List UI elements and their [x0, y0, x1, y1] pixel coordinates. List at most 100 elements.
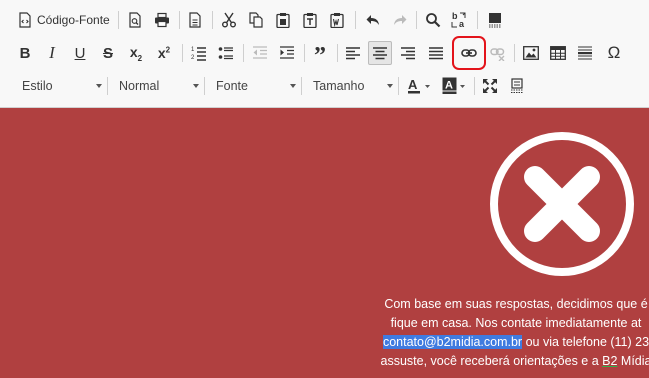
indent-button[interactable]	[275, 41, 299, 65]
horizontal-line-button[interactable]	[573, 41, 597, 65]
underline-button[interactable]: U	[68, 41, 92, 65]
font-combo-value: Fonte	[216, 79, 248, 93]
select-all-button[interactable]	[483, 8, 507, 32]
paste-word-button[interactable]	[325, 8, 349, 32]
chevron-down-icon	[96, 84, 102, 88]
font-combo[interactable]: Fonte	[210, 74, 296, 98]
templates-button[interactable]	[183, 8, 207, 32]
undo-button[interactable]	[361, 8, 385, 32]
source-button[interactable]: Código-Fonte	[14, 8, 114, 32]
numbered-list-button[interactable]: 12	[187, 41, 211, 65]
background-color-button[interactable]: A	[440, 74, 470, 98]
align-center-button[interactable]	[368, 41, 392, 65]
paste-text-button[interactable]	[298, 8, 322, 32]
separator	[212, 11, 213, 29]
toolbar-row-1: Código-Fonte b a	[0, 5, 649, 35]
underline-icon: U	[74, 44, 86, 62]
select-all-icon	[487, 12, 503, 28]
selected-email-link[interactable]: contato@b2midia.com.br	[382, 335, 523, 349]
maximize-button[interactable]	[478, 74, 502, 98]
style-combo-value: Estilo	[22, 79, 53, 93]
separator	[118, 11, 119, 29]
bold-icon: B	[19, 44, 31, 62]
source-label: Código-Fonte	[37, 13, 110, 27]
unlink-button[interactable]	[486, 41, 510, 65]
bold-button[interactable]: B	[13, 41, 37, 65]
cut-button[interactable]	[217, 8, 241, 32]
separator	[301, 77, 302, 95]
bulleted-list-button[interactable]	[214, 41, 238, 65]
italic-icon: I	[49, 43, 55, 62]
editor-content-area[interactable]: Com base em suas respostas, decidimos qu…	[0, 108, 649, 378]
image-button[interactable]	[519, 41, 543, 65]
find-button[interactable]	[421, 8, 445, 32]
message-line-2: fique em casa. Nos contate imediatamente…	[390, 316, 642, 330]
print-button[interactable]	[150, 8, 174, 32]
find-icon	[425, 12, 441, 28]
svg-text:b: b	[452, 11, 458, 21]
subscript-icon: x2	[129, 43, 143, 63]
toolbar-row-2: B I U S x2 x2 12 ” Ω	[0, 36, 649, 70]
separator	[243, 44, 244, 62]
paste-button[interactable]	[271, 8, 295, 32]
table-icon	[550, 46, 566, 60]
svg-text:1: 1	[191, 47, 195, 53]
style-combo[interactable]: Estilo	[16, 74, 102, 98]
text-color-icon: A	[407, 77, 433, 95]
size-combo[interactable]: Tamanho	[307, 74, 393, 98]
separator	[355, 11, 356, 29]
justify-button[interactable]	[424, 41, 448, 65]
bulleted-list-icon	[218, 45, 234, 61]
separator	[179, 11, 180, 29]
align-left-icon	[346, 46, 360, 60]
text-color-button[interactable]: A	[405, 74, 435, 98]
redo-button[interactable]	[388, 8, 412, 32]
strikethrough-button[interactable]: S	[96, 41, 120, 65]
superscript-button[interactable]: x2	[152, 41, 176, 65]
separator	[204, 77, 205, 95]
svg-text:a: a	[459, 19, 465, 29]
separator	[182, 44, 183, 62]
editor-toolbar: Código-Fonte b a B I U S x2 x2 1 2 ” Ω E…	[0, 0, 649, 108]
align-right-icon	[401, 46, 415, 60]
chevron-down-icon	[290, 84, 296, 88]
numbered-list-icon: 12	[191, 45, 207, 61]
svg-text:A: A	[445, 80, 453, 92]
paste-word-icon	[329, 12, 345, 28]
message-line-4-c: Mídia	[617, 354, 649, 368]
italic-button[interactable]: I	[40, 41, 64, 65]
format-combo[interactable]: Normal	[113, 74, 199, 98]
format-combo-value: Normal	[119, 79, 160, 93]
preview-button[interactable]	[123, 8, 147, 32]
separator	[304, 44, 305, 62]
copy-button[interactable]	[244, 8, 268, 32]
special-char-button[interactable]: Ω	[602, 41, 626, 65]
paste-icon	[275, 12, 291, 28]
svg-text:A: A	[408, 77, 418, 92]
chevron-down-icon	[193, 84, 199, 88]
show-blocks-button[interactable]	[505, 74, 529, 98]
copy-icon	[248, 12, 264, 28]
blockquote-button[interactable]: ”	[308, 41, 332, 65]
paste-text-icon	[302, 12, 318, 28]
message-line-4: assuste, você receberá orientações e a B…	[306, 352, 649, 371]
align-left-button[interactable]	[341, 41, 365, 65]
size-combo-value: Tamanho	[313, 79, 365, 93]
separator	[453, 44, 454, 62]
source-icon	[18, 12, 32, 28]
align-right-button[interactable]	[396, 41, 420, 65]
toolbar-row-3: Estilo Normal Fonte Tamanho A A	[0, 71, 649, 101]
show-blocks-icon	[509, 78, 525, 94]
outdent-button[interactable]	[248, 41, 272, 65]
blockquote-icon: ”	[314, 44, 326, 62]
subscript-button[interactable]: x2	[124, 41, 148, 65]
link-button[interactable]	[452, 36, 486, 70]
table-button[interactable]	[546, 41, 570, 65]
replace-icon: ba	[451, 11, 469, 29]
separator	[398, 77, 399, 95]
replace-button[interactable]: ba	[448, 8, 472, 32]
separator	[416, 11, 417, 29]
message-line-3-rest: ou via telefone (11) 23	[522, 335, 649, 349]
print-icon	[154, 12, 170, 28]
undo-icon	[365, 12, 381, 28]
